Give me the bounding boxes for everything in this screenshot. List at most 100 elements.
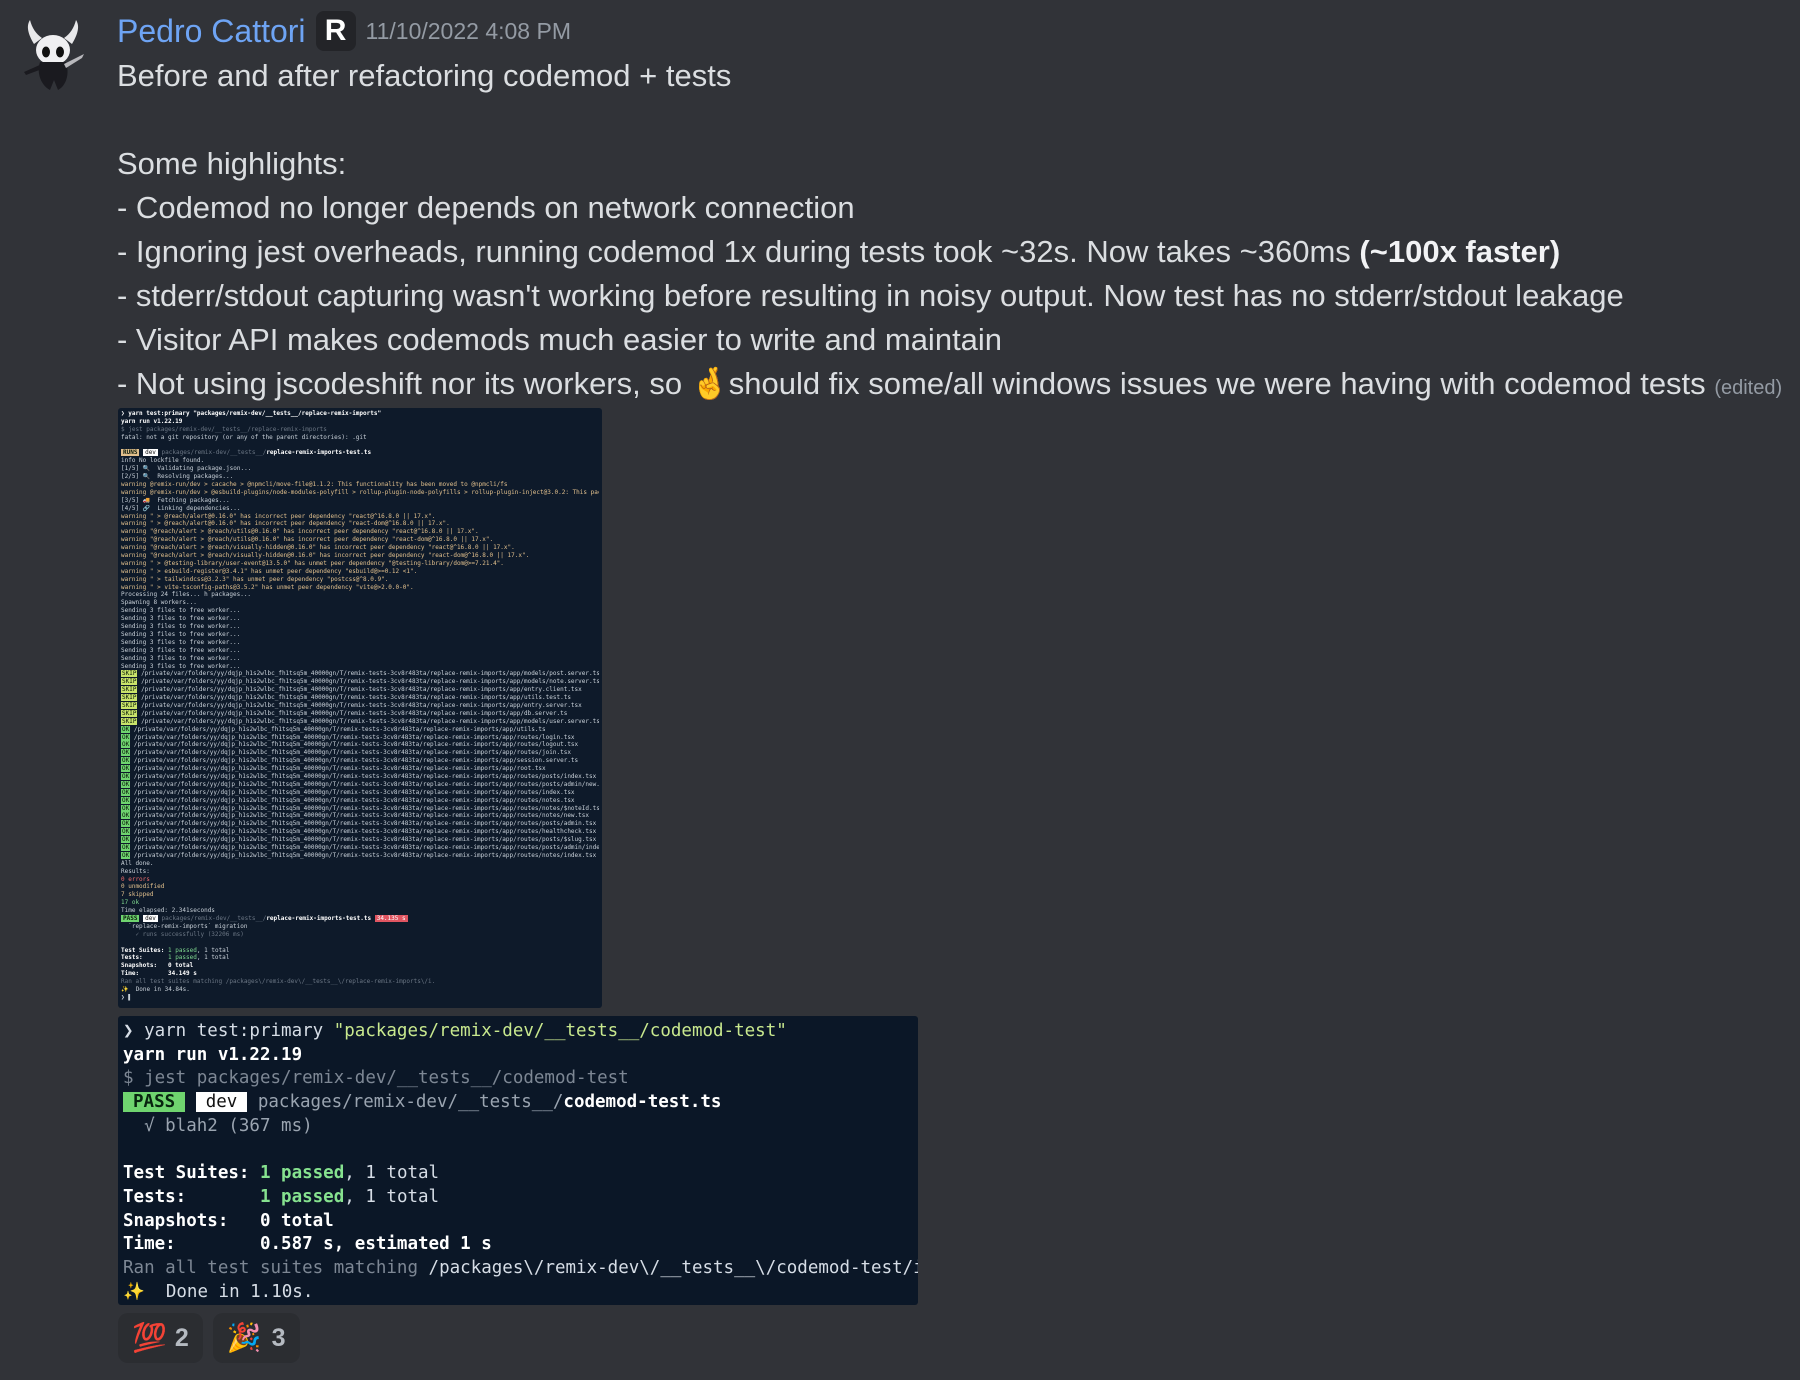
terminal-line: ❯ yarn test:primary "packages/remix-dev/… [123,1020,913,1044]
terminal-line: warning " > tailwindcss@3.2.3" has unmet… [121,575,389,583]
status-badge: OK [121,733,131,741]
terminal-info-block: info No lockfile found. [1/5] 🔍 Validatin… [121,457,599,670]
terminal-line: ✨ Done in 1.10s. [123,1281,314,1302]
hollow-knight-avatar-icon [24,20,84,90]
status-badge: OK [121,725,131,733]
file-path: /private/var/folders/yy/dqjp_h1s2wlbc_fh… [130,851,597,859]
reaction-party[interactable]: 🎉 3 [212,1313,300,1363]
terminal-line: ❯ yarn test:primary "packages/remix-dev/… [121,410,382,417]
message-line: - Ignoring jest overheads, running codem… [117,230,1787,274]
terminal-line: SKIP /private/var/folders/yy/dqjp_h1s2wl… [121,717,599,726]
terminal-line: Tests: 1 passed, 1 total [121,954,599,962]
runs-badge: RUNS [121,449,140,457]
file-path: /private/var/folders/yy/dqjp_h1s2wlbc_fh… [130,828,597,836]
suites-passed: 1 passed [167,946,197,954]
file-path: /private/var/folders/yy/dqjp_h1s2wlbc_fh… [130,812,589,820]
terminal-line: OK /private/var/folders/yy/dqjp_h1s2wlbc… [121,741,599,749]
file-path: /private/var/folders/yy/dqjp_h1s2wlbc_fh… [137,678,599,686]
ran-path: /packages\/remix-dev\/__tests__\/codemod… [428,1257,918,1278]
user-avatar[interactable] [12,14,94,96]
message-line: - stderr/stdout capturing wasn't working… [117,278,1624,313]
terminal-line: RUNS dev packages/remix-dev/__tests__/re… [121,449,599,457]
status-badge: OK [121,741,131,749]
terminal-line: [2/5] 🔍 Resolving packages... [121,473,234,481]
terminal-line: OK /private/var/folders/yy/dqjp_h1s2wlbc… [121,757,599,765]
reaction-hundred[interactable]: 💯 2 [118,1313,203,1363]
terminal-line: 17 ok [121,899,140,907]
terminal-line: 0 unmodified [121,883,165,891]
file-path: /private/var/folders/yy/dqjp_h1s2wlbc_fh… [130,788,575,796]
file-path: /private/var/folders/yy/dqjp_h1s2wlbc_fh… [137,701,582,709]
terminal-line: 7 skipped [121,891,154,899]
terminal-line: warning " > @testing-library/user-event@… [121,559,504,567]
suites-label: Test Suites: [121,946,165,954]
status-badge: OK [121,757,131,765]
terminal-line: warning "@reach/alert > @reach/utils@0.1… [121,536,494,544]
reactions-bar: 💯 2 🎉 3 [118,1313,300,1363]
pass-path: packages/remix-dev/__tests__/ [161,915,267,922]
terminal-line: OK /private/var/folders/yy/dqjp_h1s2wlbc… [121,749,599,757]
terminal-line: Results: [121,867,150,875]
test-file: codemod-test.ts [563,1092,722,1113]
ran-prefix: Ran all test suites matching [123,1257,429,1278]
terminal-line: OK /private/var/folders/yy/dqjp_h1s2wlbc… [121,772,599,781]
terminal-line: [3/5] 🚚 Fetching packages... [121,496,230,504]
author-name[interactable]: Pedro Cattori [117,13,306,50]
status-badge: OK [121,851,131,859]
terminal-line: OK /private/var/folders/yy/dqjp_h1s2wlbc… [121,843,599,852]
terminal-line: Spawning 8 workers... [121,599,197,607]
terminal-line: OK /private/var/folders/yy/dqjp_h1s2wlbc… [121,804,599,813]
message-content: Pedro Cattori R 11/10/2022 4:08 PM Befor… [117,8,1787,410]
bold-text: (~100x faster) [1359,234,1561,269]
terminal-line: OK /private/var/folders/yy/dqjp_h1s2wlbc… [121,836,599,844]
file-path: /private/var/folders/yy/dqjp_h1s2wlbc_fh… [130,733,575,741]
terminal-skip-block: SKIP /private/var/folders/yy/dqjp_h1s2wl… [121,670,599,725]
pass-badge: PASS [123,1092,186,1113]
terminal-line: warning "@reach/alert > @reach/visually-… [121,544,515,552]
file-path: /private/var/folders/yy/dqjp_h1s2wlbc_fh… [130,749,571,757]
file-path: /private/var/folders/yy/dqjp_h1s2wlbc_fh… [137,686,582,694]
terminal-line: Sending 3 files to free worker... [121,615,241,623]
file-path: /private/var/folders/yy/dqjp_h1s2wlbc_fh… [137,709,568,717]
terminal-line: warning " > @reach/alert@0.16.0" has inc… [121,512,436,520]
time-badge: 34.135 s [374,915,408,922]
terminal-screenshot-attachment-1[interactable]: ❯ yarn test:primary "packages/remix-dev/… [118,408,602,1008]
terminal-line: `replace-remix-imports` migration [121,922,248,930]
message-text: should fix some/all windows issues we we… [728,366,1706,401]
file-path: /private/var/folders/yy/dqjp_h1s2wlbc_fh… [130,772,597,780]
status-badge: OK [121,804,131,812]
file-path: /private/var/folders/yy/dqjp_h1s2wlbc_fh… [137,670,599,678]
message-line: - Not using jscodeshift nor its workers,… [117,362,1787,410]
message-line: - Visitor API makes codemods much easier… [117,322,1003,357]
terminal-line: warning " > esbuild-register@3.4.1" has … [121,567,418,575]
file-path: /private/var/folders/yy/dqjp_h1s2wlbc_fh… [130,820,597,828]
terminal-line: Sending 3 files to free worker... [121,630,241,638]
status-badge: SKIP [121,694,138,702]
hundred-points-emoji-icon: 💯 [132,1321,167,1354]
file-path: /private/var/folders/yy/dqjp_h1s2wlbc_fh… [130,765,546,773]
suites-total: , 1 total [196,946,230,954]
edited-label[interactable]: (edited) [1714,377,1782,399]
pass-badge: PASS [121,915,140,922]
role-icon[interactable]: R [315,11,356,51]
status-badge: OK [121,843,131,851]
file-path: /private/var/folders/yy/dqjp_h1s2wlbc_fh… [130,796,575,804]
terminal-line: OK /private/var/folders/yy/dqjp_h1s2wlbc… [121,765,599,773]
status-badge: OK [121,772,131,780]
terminal-line: OK /private/var/folders/yy/dqjp_h1s2wlbc… [121,788,599,797]
reaction-count: 3 [271,1323,286,1352]
status-badge: SKIP [121,701,138,709]
terminal-line: Snapshots: 0 total [121,962,194,970]
terminal-line: OK /private/var/folders/yy/dqjp_h1s2wlbc… [121,725,599,734]
terminal-screenshot-attachment-2[interactable]: ❯ yarn test:primary "packages/remix-dev/… [118,1016,918,1305]
terminal-line: SKIP /private/var/folders/yy/dqjp_h1s2wl… [121,686,599,694]
status-badge: OK [121,820,131,828]
message-timestamp[interactable]: 11/10/2022 4:08 PM [366,18,571,45]
terminal-line: SKIP /private/var/folders/yy/dqjp_h1s2wl… [121,709,599,718]
pass-file: replace-remix-imports-test.ts [266,915,372,922]
terminal-line: Time elapsed: 2.341seconds [121,907,215,915]
suites-total: , 1 total [344,1163,440,1184]
